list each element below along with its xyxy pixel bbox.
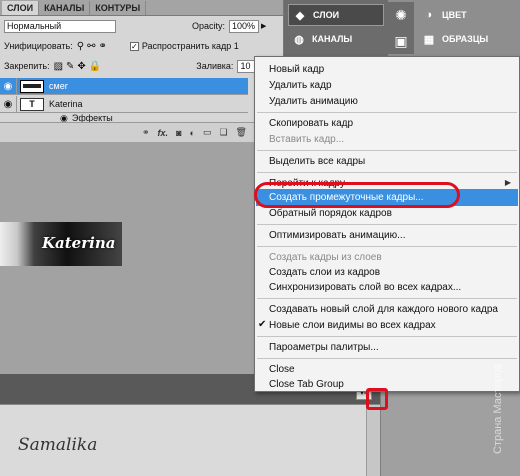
dock-layers-label: СЛОИ bbox=[313, 10, 340, 20]
dock-channels-label: КАНАЛЫ bbox=[312, 34, 353, 44]
unify-icons[interactable]: ⚲⚯⚭ bbox=[77, 41, 110, 52]
dock-swatches-label: ОБРАЗЦЫ bbox=[442, 34, 489, 44]
unify-row: Унифицировать: ⚲⚯⚭ ✓ Распространить кадр… bbox=[4, 38, 282, 54]
menu-item-new-frame[interactable]: Новый кадр bbox=[269, 61, 324, 77]
layers-footer: ⚭ fx. ◙ ◐ ▭ ❏ 🗑 bbox=[0, 122, 284, 142]
canvas-area: Katerina bbox=[0, 142, 254, 374]
checkmark-icon: ✔ bbox=[258, 319, 267, 330]
dock-color-label: ЦВЕТ bbox=[442, 10, 467, 20]
menu-item-new-layer-each-frame[interactable]: Создавать новый слой для каждого нового … bbox=[269, 301, 498, 317]
lock-label: Закрепить: bbox=[4, 61, 50, 71]
layer-name: Katerina bbox=[49, 99, 83, 109]
eye-icon[interactable]: ◉ bbox=[0, 77, 17, 95]
unify-label: Унифицировать: bbox=[4, 41, 73, 51]
signature: Samalika bbox=[18, 435, 98, 455]
annotation-box bbox=[366, 388, 388, 410]
new-layer-icon[interactable]: ❏ bbox=[219, 127, 227, 138]
swatches-icon: ▦ bbox=[423, 33, 435, 46]
folder-icon[interactable]: ▭ bbox=[203, 127, 212, 138]
opacity-field[interactable]: 100% bbox=[229, 19, 260, 33]
text-layer-icon: T bbox=[20, 97, 44, 111]
image-icon[interactable]: ▣ bbox=[388, 28, 414, 54]
menu-item-paste-frame[interactable]: Вставить кадр... bbox=[269, 131, 344, 147]
blend-row: Нормальный Opacity: 100% ▶ bbox=[4, 18, 280, 34]
menu-divider bbox=[257, 298, 517, 299]
fill-field[interactable]: 10 bbox=[237, 59, 256, 73]
channels-icon: ◍ bbox=[294, 33, 304, 46]
blend-mode-select[interactable]: Нормальный bbox=[4, 19, 116, 33]
vertical-scrollbar[interactable] bbox=[366, 405, 380, 476]
annotation-oval bbox=[254, 182, 460, 208]
menu-divider bbox=[257, 358, 517, 359]
menu-item-close[interactable]: Close bbox=[269, 361, 295, 377]
menu-item-palette-options[interactable]: Пароаметры палитры... bbox=[269, 339, 379, 355]
panel-dock: ◆ СЛОИ ◍ КАНАЛЫ bbox=[284, 0, 388, 56]
artwork-text: Katerina bbox=[42, 234, 116, 252]
menu-divider bbox=[257, 112, 517, 113]
fill-label: Заливка: bbox=[196, 61, 234, 71]
layer-row[interactable]: ◉ T Katerina bbox=[0, 95, 248, 113]
lock-row: Закрепить: ▨✎✥🔒 Заливка: 10 bbox=[4, 58, 282, 74]
chevron-right-icon: ▶ bbox=[504, 178, 511, 187]
menu-divider bbox=[257, 150, 517, 151]
menu-item-close-tab-group[interactable]: Close Tab Group bbox=[269, 376, 344, 392]
layer-row[interactable]: ◉ смег bbox=[0, 77, 248, 95]
menu-item-new-layers-visible[interactable]: Новые слои видимы во всех кадрах bbox=[269, 317, 436, 333]
layers-icon: ◆ bbox=[295, 9, 305, 22]
propagate-checkbox[interactable]: ✓ bbox=[129, 41, 139, 51]
layers-panel: СЛОИ КАНАЛЫ КОНТУРЫ Нормальный Opacity: … bbox=[0, 0, 284, 142]
dock-swatches-button[interactable]: ▦ ОБРАЗЦЫ bbox=[418, 28, 514, 50]
animation-panel: Samalika bbox=[0, 404, 380, 476]
panel-tabbar: СЛОИ КАНАЛЫ КОНТУРЫ bbox=[0, 0, 283, 16]
menu-divider bbox=[257, 172, 517, 173]
menu-item-copy-frame[interactable]: Скопировать кадр bbox=[269, 115, 353, 131]
dock-channels-button[interactable]: ◍ КАНАЛЫ bbox=[288, 28, 384, 50]
menu-item-select-all-frames[interactable]: Выделить все кадры bbox=[269, 153, 365, 169]
adjustment-icon[interactable]: ◐ bbox=[190, 128, 195, 138]
mask-icon[interactable]: ◙ bbox=[176, 128, 181, 138]
lock-icons[interactable]: ▨✎✥🔒 bbox=[54, 61, 105, 72]
panel-dock-right: ✺ ▣ ◑ ЦВЕТ ▦ ОБРАЗЦЫ bbox=[388, 0, 520, 56]
dock-color-button[interactable]: ◑ ЦВЕТ bbox=[418, 4, 514, 26]
panel-flyout-menu: Новый кадр Удалить кадр Удалить анимацию… bbox=[254, 56, 520, 392]
menu-item-delete-frame[interactable]: Удалить кадр bbox=[269, 77, 332, 93]
dock-layers-button[interactable]: ◆ СЛОИ bbox=[288, 4, 384, 26]
watermark: Страна Мастеров bbox=[492, 363, 504, 454]
tab-paths[interactable]: КОНТУРЫ bbox=[90, 1, 147, 15]
menu-divider bbox=[257, 246, 517, 247]
menu-divider bbox=[257, 336, 517, 337]
eye-icon[interactable]: ◉ bbox=[0, 95, 17, 113]
color-icon: ◑ bbox=[425, 9, 433, 21]
propagate-label: Распространить кадр 1 bbox=[141, 41, 239, 51]
menu-item-layers-from-frames[interactable]: Создать слои из кадров bbox=[269, 264, 380, 280]
fx-icon[interactable]: fx. bbox=[158, 128, 169, 138]
brightness-icon[interactable]: ✺ bbox=[388, 2, 414, 28]
menu-item-frames-from-layers[interactable]: Создать кадры из слоев bbox=[269, 249, 382, 265]
trash-icon[interactable]: 🗑 bbox=[236, 127, 247, 138]
artwork: Katerina bbox=[0, 222, 122, 266]
link-icon[interactable]: ⚭ bbox=[142, 127, 150, 138]
menu-divider bbox=[257, 224, 517, 225]
layer-name: смег bbox=[49, 81, 68, 91]
tab-channels[interactable]: КАНАЛЫ bbox=[39, 1, 91, 15]
menu-item-sync-layer[interactable]: Синхронизировать слой во всех кадрах... bbox=[269, 279, 461, 295]
chevron-right-icon[interactable]: ▶ bbox=[261, 22, 266, 30]
menu-item-delete-animation[interactable]: Удалить анимацию bbox=[269, 93, 358, 109]
opacity-label: Opacity: bbox=[192, 21, 226, 31]
tab-layers[interactable]: СЛОИ bbox=[2, 1, 40, 15]
layer-thumbnail bbox=[20, 79, 44, 93]
menu-item-optimize[interactable]: Оптимизировать анимацию... bbox=[269, 227, 405, 243]
